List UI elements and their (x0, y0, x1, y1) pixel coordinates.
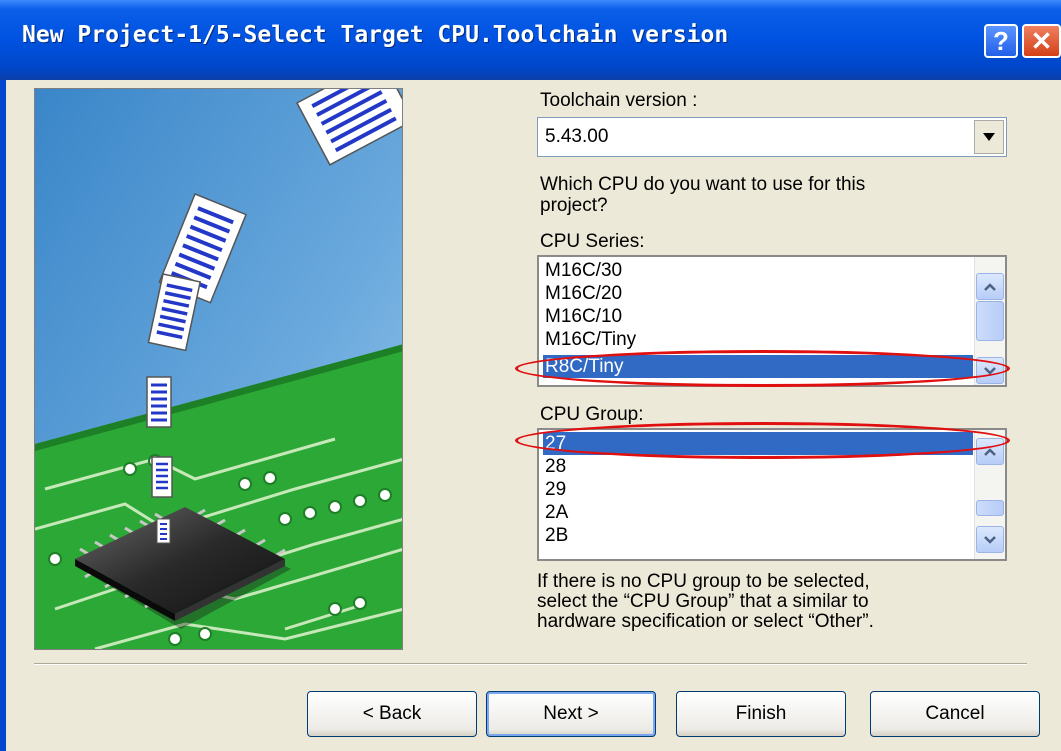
next-button[interactable]: Next > (486, 691, 656, 737)
list-item[interactable]: 2A (543, 501, 973, 524)
finish-button[interactable]: Finish (676, 691, 846, 737)
help-line3: hardware specification or select “Other”… (537, 611, 874, 632)
help-icon: ? (993, 26, 1009, 56)
chevron-down-icon (984, 535, 996, 544)
cancel-button[interactable]: Cancel (870, 691, 1040, 737)
chevron-up-icon (984, 447, 996, 456)
annotation-ellipse (515, 350, 1010, 387)
list-item[interactable]: M16C/30 (543, 259, 973, 282)
help-line1: If there is no CPU group to be selected, (537, 571, 870, 592)
list-item[interactable]: 29 (543, 478, 973, 501)
dialog-window: New Project-1/5-Select Target CPU.Toolch… (0, 0, 1061, 751)
separator (34, 663, 1027, 665)
toolchain-version-value: 5.43.00 (545, 126, 609, 147)
help-button[interactable]: ? (984, 24, 1018, 58)
cpu-question-text: Which CPU do you want to use for this pr… (540, 174, 865, 216)
list-item[interactable]: 2B (543, 524, 973, 547)
title-bar[interactable]: New Project-1/5-Select Target CPU.Toolch… (0, 0, 1061, 80)
help-line2: select the “CPU Group” that a similar to (537, 591, 869, 612)
close-icon: ✕ (1030, 26, 1053, 56)
pcb-chip-illustration (35, 89, 402, 649)
cpu-question-line1: Which CPU do you want to use for this (540, 174, 866, 195)
annotation-ellipse (515, 422, 1010, 459)
scroll-thumb[interactable] (976, 500, 1004, 516)
list-item[interactable]: M16C/Tiny (543, 328, 973, 351)
toolchain-version-label: Toolchain version : (540, 90, 698, 111)
wizard-illustration (34, 88, 403, 650)
cpu-question-line2: project? (540, 195, 608, 216)
scroll-down-button[interactable] (976, 526, 1004, 553)
chevron-up-icon (984, 282, 996, 291)
window-title: New Project-1/5-Select Target CPU.Toolch… (22, 22, 729, 48)
window-frame (0, 80, 6, 751)
chevron-down-icon (983, 133, 995, 141)
scroll-up-button[interactable] (976, 273, 1004, 300)
close-button[interactable]: ✕ (1022, 24, 1061, 58)
list-item[interactable]: M16C/10 (543, 305, 973, 328)
toolchain-dropdown-button[interactable] (974, 120, 1004, 154)
back-button[interactable]: < Back (307, 691, 477, 737)
toolchain-version-select[interactable]: 5.43.00 (537, 117, 1007, 157)
cpu-series-label: CPU Series: (540, 231, 645, 252)
cpu-group-help-text: If there is no CPU group to be selected,… (537, 572, 997, 632)
cpu-group-label: CPU Group: (540, 404, 644, 425)
list-item[interactable]: M16C/20 (543, 282, 973, 305)
scroll-thumb[interactable] (976, 301, 1004, 341)
